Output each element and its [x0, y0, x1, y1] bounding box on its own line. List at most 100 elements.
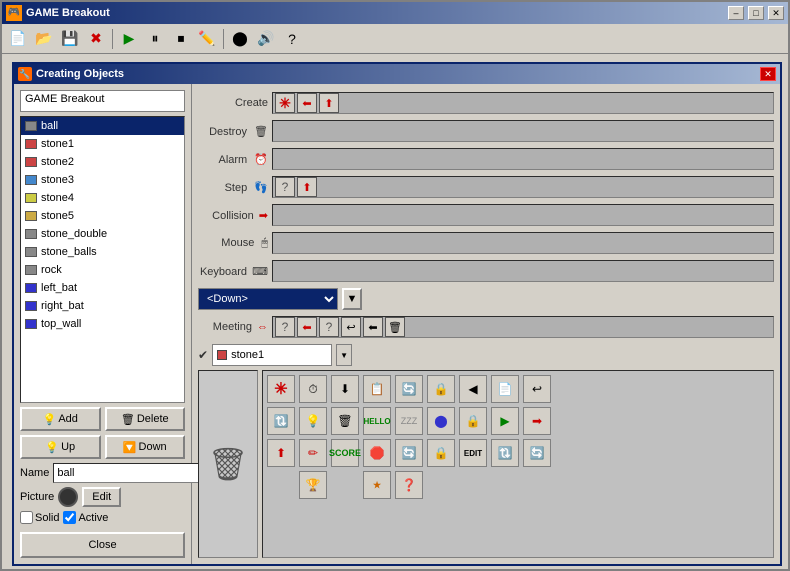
list-item[interactable]: ball — [21, 117, 184, 135]
maximize-button[interactable]: □ — [748, 6, 764, 20]
action-circle[interactable]: ⬤ — [427, 407, 455, 435]
active-checkbox-label[interactable]: Active — [63, 511, 108, 524]
music-button[interactable]: 🔊 — [254, 27, 278, 51]
meeting-loop[interactable]: ↩ — [341, 317, 361, 337]
trash-drop-area[interactable]: 🗑 — [198, 370, 258, 558]
list-item[interactable]: stone3 — [21, 171, 184, 189]
action-rotate-ccw[interactable]: 🔄 — [523, 439, 551, 467]
action-asterisk[interactable]: ✳ — [267, 375, 295, 403]
open-button[interactable]: 📂 — [32, 27, 56, 51]
delete-button[interactable]: 🗑 Delete — [105, 407, 186, 431]
object-selector[interactable]: stone1 — [212, 344, 332, 366]
keyboard-icon: ⌨ — [252, 266, 268, 278]
action-hello[interactable]: HELLO — [363, 407, 391, 435]
action-bin[interactable]: 🗑 — [331, 407, 359, 435]
list-item[interactable]: top_wall — [21, 315, 184, 333]
destroy-icon: 🗑 — [254, 126, 268, 138]
right-panel: Create ✳ ⬅ ⬆ Destroy 🗑 — [192, 84, 780, 564]
destroy-event-row: Destroy 🗑 — [198, 118, 774, 144]
action-graph[interactable]: SCORE — [331, 439, 359, 467]
save-button[interactable]: 💾 — [58, 27, 82, 51]
collision-event-bar[interactable] — [272, 204, 774, 226]
list-item[interactable]: stone1 — [21, 135, 184, 153]
action-trophy[interactable]: 🏆 — [299, 471, 327, 499]
alarm-event-bar[interactable] — [272, 148, 774, 170]
list-item[interactable]: stone4 — [21, 189, 184, 207]
action-cycle[interactable]: 🔄 — [395, 375, 423, 403]
action-bulb[interactable]: 💡 — [299, 407, 327, 435]
action-stop[interactable]: 🛑 — [363, 439, 391, 467]
action-right-arrow[interactable]: ➡ — [523, 407, 551, 435]
object-list[interactable]: ball stone1 stone2 stone3 — [20, 116, 185, 403]
dropdown-arrow-button[interactable]: ▼ — [342, 288, 362, 310]
step-action-up[interactable]: ⬆ — [297, 177, 317, 197]
event-dropdown[interactable]: <Down> — [198, 288, 338, 310]
action-badge[interactable]: ★ — [363, 471, 391, 499]
list-item[interactable]: rock — [21, 261, 184, 279]
step-event-bar[interactable]: ? ⬆ — [272, 176, 774, 198]
edit-picture-button[interactable]: Edit — [82, 487, 121, 507]
action-edit-label[interactable]: EDIT — [459, 439, 487, 467]
name-input[interactable] — [53, 463, 203, 483]
meeting-arrow[interactable]: ⬅ — [297, 317, 317, 337]
action-down-arrow[interactable]: ⬇ — [331, 375, 359, 403]
mouse-icon: 🖱 — [261, 237, 268, 249]
action-refresh[interactable]: 🔄 — [395, 439, 423, 467]
minimize-button[interactable]: – — [728, 6, 744, 20]
draw-button[interactable]: ✏️ — [195, 27, 219, 51]
action-lock2[interactable]: 🔒 — [459, 407, 487, 435]
selector-arrow-button[interactable]: ▼ — [336, 344, 352, 366]
create-event-bar[interactable]: ✳ ⬅ ⬆ — [272, 92, 774, 114]
up-button[interactable]: 💡 Up — [20, 435, 101, 459]
destroy-event-bar[interactable] — [272, 120, 774, 142]
list-item[interactable]: stone_double — [21, 225, 184, 243]
action-timer[interactable]: ⏱ — [299, 375, 327, 403]
action-question[interactable]: ❓ — [395, 471, 423, 499]
delete-tb-button[interactable]: ✖ — [84, 27, 108, 51]
action-play[interactable]: ▶ — [491, 407, 519, 435]
list-item[interactable]: stone2 — [21, 153, 184, 171]
solid-checkbox[interactable] — [20, 511, 33, 524]
pause-button[interactable]: ⏸ — [143, 27, 167, 51]
action-loop[interactable]: 🔃 — [267, 407, 295, 435]
close-dialog-button[interactable]: Close — [20, 532, 185, 558]
mouse-event-bar[interactable] — [272, 232, 774, 254]
action-pen[interactable]: ✏ — [299, 439, 327, 467]
action-back[interactable]: ◀ — [459, 375, 487, 403]
step-event-row: Step 👣 ? ⬆ — [198, 174, 774, 200]
list-item[interactable]: left_bat — [21, 279, 184, 297]
meeting-left[interactable]: ⬅ — [363, 317, 383, 337]
close-main-button[interactable]: ✕ — [768, 6, 784, 20]
down-button[interactable]: 🔽 Down — [105, 435, 186, 459]
action-lock1[interactable]: 🔒 — [427, 375, 455, 403]
meeting-q2[interactable]: ? — [319, 317, 339, 337]
create-action-up[interactable]: ⬆ — [319, 93, 339, 113]
stop-button[interactable]: ⏹ — [169, 27, 193, 51]
action-lock3[interactable]: 🔒 — [427, 439, 455, 467]
action-rotate-cw[interactable]: 🔃 — [491, 439, 519, 467]
step-action-question[interactable]: ? — [275, 177, 295, 197]
solid-checkbox-label[interactable]: Solid — [20, 511, 59, 524]
meeting-event-bar[interactable]: ? ⬅ ? ↩ ⬅ 🗑 — [272, 316, 774, 338]
list-item[interactable]: stone_balls — [21, 243, 184, 261]
action-up-arrow[interactable]: ⬆ — [267, 439, 295, 467]
list-item[interactable]: right_bat — [21, 297, 184, 315]
object-color-indicator — [25, 319, 37, 329]
dialog-close-x-button[interactable]: ✕ — [760, 67, 776, 81]
run-button[interactable]: ▶ — [117, 27, 141, 51]
active-checkbox[interactable] — [63, 511, 76, 524]
action-doc[interactable]: 📄 — [491, 375, 519, 403]
ball-button[interactable]: ⬤ — [228, 27, 252, 51]
create-action-arrow[interactable]: ⬅ — [297, 93, 317, 113]
action-undo[interactable]: ↩ — [523, 375, 551, 403]
help-button[interactable]: ? — [280, 27, 304, 51]
meeting-q1[interactable]: ? — [275, 317, 295, 337]
action-sleep[interactable]: ZZZ — [395, 407, 423, 435]
create-action-asterisk[interactable]: ✳ — [275, 93, 295, 113]
list-item[interactable]: stone5 — [21, 207, 184, 225]
add-button[interactable]: 💡 Add — [20, 407, 101, 431]
action-clipboard[interactable]: 📋 — [363, 375, 391, 403]
keyboard-event-bar[interactable] — [272, 260, 774, 282]
meeting-trash[interactable]: 🗑 — [385, 317, 405, 337]
new-button[interactable]: 📄 — [6, 27, 30, 51]
